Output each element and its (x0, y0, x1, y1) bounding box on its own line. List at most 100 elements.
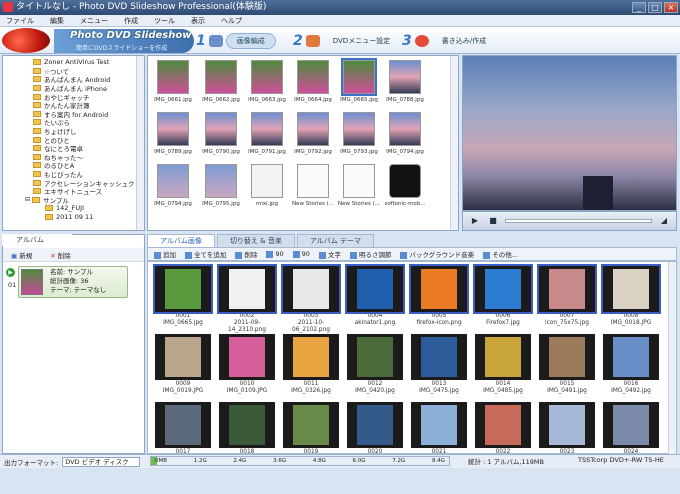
file-thumb[interactable]: IMG_0789.jpg (150, 110, 196, 164)
collapse-icon[interactable]: ⊟ (25, 196, 30, 203)
app-thumb (389, 164, 421, 198)
step-burn[interactable]: 3 書き込み/作成 (402, 32, 496, 50)
tree-item[interactable]: エキサイトニュース (3, 187, 144, 196)
tab-album-theme[interactable]: アルバム テーマ (296, 234, 375, 247)
step-arrange[interactable]: 1 画像編成 (196, 32, 276, 50)
album-thumb[interactable]: 0015 IMG_0491.jpg (536, 332, 598, 398)
maximize-button[interactable]: □ (648, 2, 662, 13)
album-toolbar: ▣ 新規 ✕ 削除 (3, 248, 144, 262)
album-thumb[interactable]: 0008 IMG_0018.JPG (600, 264, 662, 330)
text-button[interactable]: 文字 (318, 249, 341, 259)
menu-file[interactable]: ファイル (6, 15, 34, 26)
file-thumb[interactable]: IMG_0663.jpg (244, 58, 290, 112)
album-thumb[interactable]: 0005 firefox-icon.png (408, 264, 470, 330)
file-thumb-selected[interactable]: IMG_0665.jpg (336, 58, 382, 112)
album-thumb[interactable]: 0004 akinator1.png (344, 264, 406, 330)
album-thumb[interactable]: 0006 Firefox7.jpg (472, 264, 534, 330)
tab-transitions-music[interactable]: 切り替え & 音楽 (216, 234, 295, 247)
thumb-filename: akinator1.png (354, 320, 396, 326)
minimize-button[interactable]: _ (632, 2, 646, 13)
menu-help[interactable]: ヘルプ (221, 15, 242, 26)
album-thumb[interactable]: 0001 IMG_0665.jpg (152, 264, 214, 330)
delete-button[interactable]: 削除 (235, 249, 257, 259)
tab-album-images[interactable]: アルバム画像 (147, 234, 215, 247)
album-thumb[interactable]: 0020IMG_0503.jpg (344, 400, 406, 453)
play-icon[interactable]: ▶ (469, 215, 481, 227)
format-select[interactable]: DVD ビデオ ディスク (62, 456, 141, 467)
menu-edit[interactable]: 編集 (50, 15, 64, 26)
new-album-button[interactable]: ▣ 新規 (11, 250, 32, 260)
file-thumb[interactable]: IMG_0788.jpg (382, 58, 428, 112)
file-thumb[interactable]: softonic-mob... (382, 162, 428, 216)
tree-item[interactable]: 2011 09 11 (3, 213, 144, 222)
album-tab[interactable]: アルバム (2, 234, 72, 246)
album-thumb[interactable]: 0011 IMG_0326.jpg (280, 332, 342, 398)
menu-tools[interactable]: ツール (154, 15, 175, 26)
album-thumb[interactable]: 0019IMG_0502.jpg (280, 400, 342, 453)
album-thumb[interactable]: 0022IMG_0542.jpg (472, 400, 534, 453)
file-thumb[interactable]: IMG_0793.jpg (336, 110, 382, 164)
file-thumb[interactable]: IMG_0794.jpg (382, 110, 428, 164)
tree-item[interactable]: Zoner AntiVirus Test (3, 58, 144, 67)
file-thumb[interactable]: IMG_0661.jpg (150, 58, 196, 112)
folder-tree[interactable]: Zoner AntiVirus Test ☆ついて あんぱんまん Android… (2, 55, 145, 231)
file-thumb[interactable]: IMG_0795.jpg (198, 162, 244, 216)
delete-icon: ✕ (50, 251, 56, 260)
album-thumb[interactable]: 0016 IMG_0492.jpg (600, 332, 662, 398)
rotate-right-button[interactable]: 90 (292, 250, 310, 258)
album-thumb[interactable]: 0021IMG_0541.jpg (408, 400, 470, 453)
album-thumb[interactable]: 0010 IMG_0109.JPG (216, 332, 278, 398)
file-thumb[interactable]: IMG_0792.jpg (290, 110, 336, 164)
volume-icon[interactable]: ◢ (658, 215, 670, 227)
file-thumb[interactable]: IMG_0790.jpg (198, 110, 244, 164)
delete-album-button[interactable]: ✕ 削除 (50, 250, 71, 260)
album-thumb[interactable]: 0014 IMG_0485.jpg (472, 332, 534, 398)
stop-icon[interactable]: ■ (487, 215, 499, 227)
step-dvd-menu[interactable]: 2 DVDメニュー設定 (293, 32, 400, 50)
rotate-left-button[interactable]: 90 (266, 250, 284, 258)
file-thumb[interactable]: IMG_0791.jpg (244, 110, 290, 164)
file-thumb[interactable]: New Stories (... (336, 162, 382, 216)
menu-create[interactable]: 作成 (124, 15, 138, 26)
album-thumb[interactable]: 0023IMG_0658.jpg (536, 400, 598, 453)
file-thumb[interactable]: IMG_0664.jpg (290, 58, 336, 112)
album-thumb[interactable]: 0007 icon_75x75.jpg (536, 264, 598, 330)
file-thumb[interactable]: IMG_0794.jpg (150, 162, 196, 216)
file-thumb[interactable]: mixi.jpg (244, 162, 290, 216)
album-thumb[interactable]: 0002 2011-09-14_2310.png (216, 264, 278, 333)
tree-item[interactable]: ちょけげし (3, 127, 144, 136)
album-thumb[interactable]: 0017IMG_0492_filtered.jpg (152, 400, 214, 453)
album-thumb[interactable]: 0013 IMG_0475.jpg (408, 332, 470, 398)
album-image-grid[interactable]: 0001 IMG_0665.jpg 0002 2011-09-14_2310.png 0… (147, 261, 677, 454)
background-music-button[interactable]: バックグラウンド音楽 (400, 249, 474, 259)
file-thumb[interactable]: IMG_0662.jpg (198, 58, 244, 112)
album-thumb[interactable]: 0009 IMG_0019.JPG (152, 332, 214, 398)
tree-scrollbar[interactable] (136, 56, 144, 230)
play-icon[interactable]: ▶ (6, 268, 15, 277)
photo-thumbnail (357, 405, 393, 445)
photo-sky (297, 112, 329, 146)
file-thumb[interactable]: New Stories (... (290, 162, 336, 216)
file-thumbnail-grid[interactable]: IMG_0661.jpg IMG_0662.jpg IMG_0663.jpg I… (147, 55, 459, 231)
tree-item[interactable]: すら案内 for Android (3, 110, 144, 119)
close-button[interactable]: × (664, 2, 678, 13)
grid-scrollbar[interactable] (450, 56, 458, 230)
menu-menu[interactable]: メニュー (80, 15, 108, 26)
album-thumb[interactable]: 0003 2011-10-06_2102.png (280, 264, 342, 333)
tree-item[interactable]: 142_FUJI (3, 204, 144, 213)
folder-icon (33, 179, 41, 186)
brightness-button[interactable]: 明るさ調節 (349, 249, 391, 259)
menu-view[interactable]: 表示 (191, 15, 205, 26)
album-thumb[interactable]: 0018IMG_0497.jpg (216, 400, 278, 453)
seek-bar[interactable] (505, 219, 652, 223)
add-all-button[interactable]: 全てを追加 (185, 249, 226, 259)
album-thumb[interactable]: 0024IMG_0660.jpg (600, 400, 662, 453)
folder-icon (33, 171, 41, 178)
drive-select[interactable]: TSSTcorp DVD+-RW TS-HE (578, 456, 664, 464)
tree-item-expanded[interactable]: ⊟ サンプル (3, 196, 144, 205)
album-thumb[interactable]: 0012 IMG_0420.jpg (344, 332, 406, 398)
photo-flower (341, 58, 377, 96)
more-button[interactable]: その他... (483, 249, 518, 259)
add-button[interactable]: 追加 (154, 249, 176, 259)
album-scrollbar[interactable] (668, 262, 676, 454)
